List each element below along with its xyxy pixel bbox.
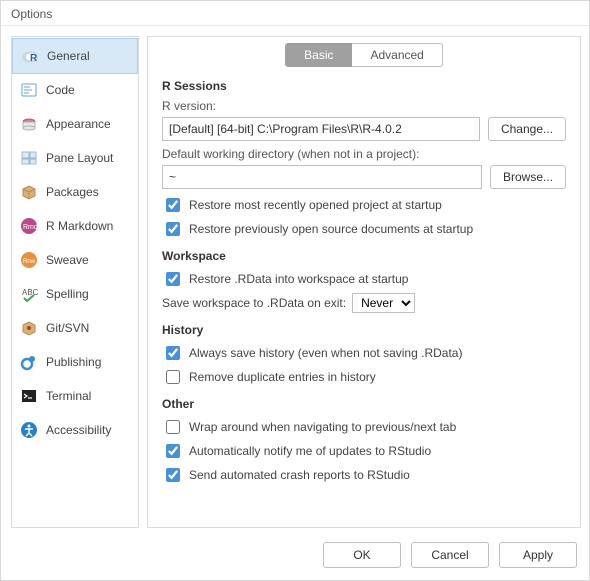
publishing-icon <box>20 353 38 371</box>
remove-dup-history-checkbox[interactable] <box>166 370 180 384</box>
crash-reports-checkbox[interactable] <box>166 468 180 482</box>
restore-project-label: Restore most recently opened project at … <box>189 198 442 212</box>
sidebar-item-label: Publishing <box>46 355 101 369</box>
terminal-icon <box>20 387 38 405</box>
wrap-tabs-label: Wrap around when navigating to previous/… <box>189 420 456 434</box>
save-workspace-select[interactable]: Never <box>352 293 415 313</box>
section-r-sessions: R Sessions <box>162 79 566 93</box>
auto-notify-checkbox[interactable] <box>166 444 180 458</box>
save-workspace-label: Save workspace to .RData on exit: <box>162 296 346 310</box>
svg-text:Rmd: Rmd <box>23 224 38 231</box>
browse-working-dir-button[interactable]: Browse... <box>490 165 566 189</box>
sidebar-item-appearance[interactable]: Appearance <box>12 107 138 141</box>
sweave-icon: Rnw <box>20 251 38 269</box>
remove-dup-history-row[interactable]: Remove duplicate entries in history <box>162 367 566 387</box>
sidebar-item-label: Pane Layout <box>46 151 113 165</box>
r-logo-icon: R <box>21 47 39 65</box>
window-title: Options <box>1 1 589 26</box>
sidebar-item-publishing[interactable]: Publishing <box>12 345 138 379</box>
section-workspace: Workspace <box>162 249 566 263</box>
dialog-body: R General Code Appearance P <box>1 26 589 532</box>
ok-button[interactable]: OK <box>323 542 401 568</box>
sidebar-item-spelling[interactable]: ABC Spelling <box>12 277 138 311</box>
restore-rdata-checkbox[interactable] <box>166 272 180 286</box>
always-save-history-label: Always save history (even when not savin… <box>189 346 462 360</box>
r-version-label: R version: <box>162 99 566 113</box>
category-sidebar: R General Code Appearance P <box>11 36 139 528</box>
sidebar-item-label: Accessibility <box>46 423 111 437</box>
sidebar-item-label: Git/SVN <box>46 321 89 335</box>
packages-icon <box>20 183 38 201</box>
sidebar-item-label: Appearance <box>46 117 111 131</box>
auto-notify-label: Automatically notify me of updates to RS… <box>189 444 431 458</box>
options-dialog: Options R General Code Appearance <box>0 0 590 581</box>
accessibility-icon <box>20 421 38 439</box>
apply-button[interactable]: Apply <box>499 542 577 568</box>
restore-docs-checkbox[interactable] <box>166 222 180 236</box>
always-save-history-checkbox[interactable] <box>166 346 180 360</box>
sidebar-item-code[interactable]: Code <box>12 73 138 107</box>
crash-reports-row[interactable]: Send automated crash reports to RStudio <box>162 465 566 485</box>
settings-panel: Basic Advanced R Sessions R version: Cha… <box>147 36 581 528</box>
sidebar-item-label: Terminal <box>46 389 91 403</box>
wrap-tabs-checkbox[interactable] <box>166 420 180 434</box>
pane-layout-icon <box>20 149 38 167</box>
sidebar-item-rmarkdown[interactable]: Rmd R Markdown <box>12 209 138 243</box>
section-other: Other <box>162 397 566 411</box>
svg-text:ABC: ABC <box>22 288 38 297</box>
remove-dup-history-label: Remove duplicate entries in history <box>189 370 376 384</box>
restore-rdata-row[interactable]: Restore .RData into workspace at startup <box>162 269 566 289</box>
sidebar-item-label: General <box>47 49 90 63</box>
sidebar-item-accessibility[interactable]: Accessibility <box>12 413 138 447</box>
always-save-history-row[interactable]: Always save history (even when not savin… <box>162 343 566 363</box>
restore-rdata-label: Restore .RData into workspace at startup <box>189 272 408 286</box>
section-history: History <box>162 323 566 337</box>
sidebar-item-packages[interactable]: Packages <box>12 175 138 209</box>
restore-docs-label: Restore previously open source documents… <box>189 222 473 236</box>
restore-project-row[interactable]: Restore most recently opened project at … <box>162 195 566 215</box>
svg-text:R: R <box>30 53 38 64</box>
sidebar-item-label: R Markdown <box>46 219 113 233</box>
git-icon <box>20 319 38 337</box>
svg-text:Rnw: Rnw <box>23 259 36 265</box>
change-r-version-button[interactable]: Change... <box>488 117 566 141</box>
code-icon <box>20 81 38 99</box>
crash-reports-label: Send automated crash reports to RStudio <box>189 468 410 482</box>
auto-notify-row[interactable]: Automatically notify me of updates to RS… <box>162 441 566 461</box>
rmarkdown-icon: Rmd <box>20 217 38 235</box>
cancel-button[interactable]: Cancel <box>411 542 489 568</box>
sidebar-item-sweave[interactable]: Rnw Sweave <box>12 243 138 277</box>
sidebar-item-label: Spelling <box>46 287 89 301</box>
tab-advanced[interactable]: Advanced <box>352 43 442 67</box>
tab-basic[interactable]: Basic <box>285 43 352 67</box>
spelling-icon: ABC <box>20 285 38 303</box>
sidebar-item-pane-layout[interactable]: Pane Layout <box>12 141 138 175</box>
tab-strip: Basic Advanced <box>162 43 566 67</box>
sidebar-item-git-svn[interactable]: Git/SVN <box>12 311 138 345</box>
restore-docs-row[interactable]: Restore previously open source documents… <box>162 219 566 239</box>
sidebar-item-label: Code <box>46 83 75 97</box>
restore-project-checkbox[interactable] <box>166 198 180 212</box>
working-dir-label: Default working directory (when not in a… <box>162 147 566 161</box>
working-dir-input[interactable] <box>162 165 482 189</box>
dialog-footer: OK Cancel Apply <box>1 532 589 580</box>
wrap-tabs-row[interactable]: Wrap around when navigating to previous/… <box>162 417 566 437</box>
sidebar-item-label: Packages <box>46 185 99 199</box>
sidebar-item-general[interactable]: R General <box>12 38 138 74</box>
sidebar-item-terminal[interactable]: Terminal <box>12 379 138 413</box>
sidebar-item-label: Sweave <box>46 253 89 267</box>
appearance-icon <box>20 115 38 133</box>
r-version-input[interactable] <box>162 117 480 141</box>
